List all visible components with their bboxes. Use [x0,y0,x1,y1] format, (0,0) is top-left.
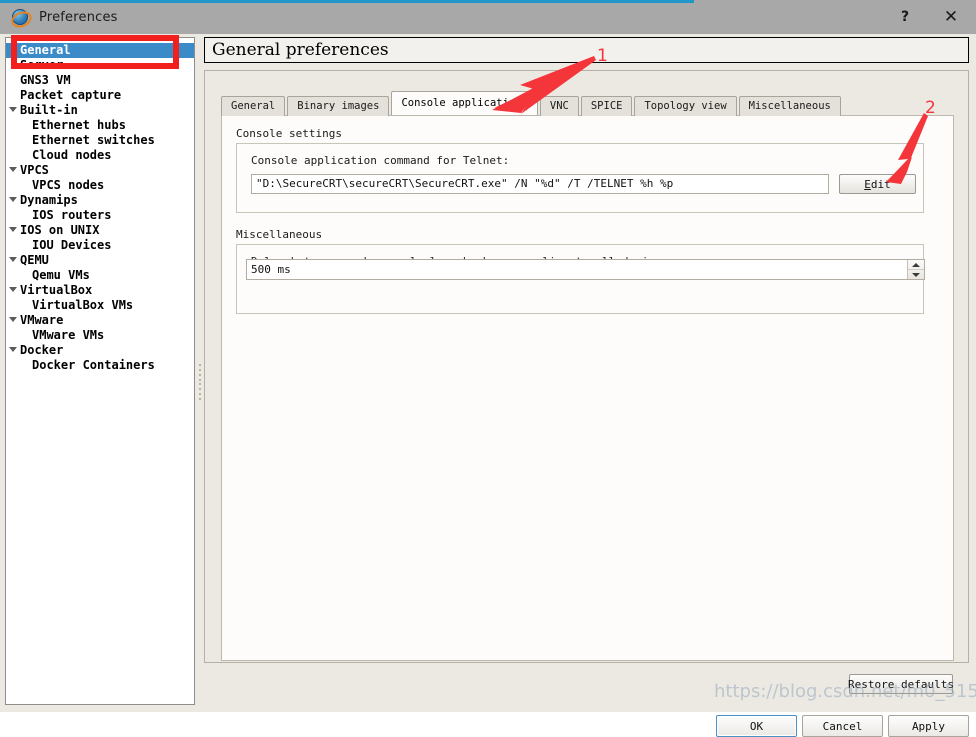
sidebar-item-packet-capture[interactable]: Packet capture [6,88,194,103]
sidebar-item-label: IOS routers [32,208,112,222]
telnet-command-input[interactable]: "D:\SecureCRT\secureCRT\SecureCRT.exe" /… [251,174,829,194]
tab-bar[interactable]: General Binary images Console applications… [221,91,843,116]
sidebar-item-ethernet-switches[interactable]: Ethernet switches [6,133,194,148]
sidebar-item-label: Dynamips [20,193,78,207]
edit-button[interactable]: Edit [839,174,916,194]
sidebar-item-ethernet-hubs[interactable]: Ethernet hubs [6,118,194,133]
sidebar-item-vmware[interactable]: VMware [6,313,194,328]
tab-miscellaneous[interactable]: Miscellaneous [738,96,841,116]
restore-defaults-button[interactable]: Restore defaults [848,674,954,694]
help-icon[interactable]: ? [890,4,920,30]
titlebar-accent-line [0,0,694,3]
tab-spice[interactable]: SPICE [580,96,633,116]
tab-panel-console-applications: Console settings Console application com… [221,115,954,661]
sidebar-item-qemu[interactable]: QEMU [6,253,194,268]
cancel-button[interactable]: Cancel [802,715,883,737]
gns3-globe-icon [8,8,35,31]
sidebar-item-gns3-vm[interactable]: GNS3 VM [6,73,194,88]
tab-topology-view[interactable]: Topology view [634,96,737,116]
tab-general[interactable]: General [221,96,286,116]
window-title: Preferences [39,9,118,25]
sidebar-item-ios-routers[interactable]: IOS routers [6,208,194,223]
chevron-down-icon[interactable] [9,257,17,262]
sidebar-item-label: VMware VMs [32,328,105,342]
sidebar-item-docker[interactable]: Docker [6,343,194,358]
sidebar-item-label: VPCS nodes [32,178,105,192]
sidebar-item-virtualbox[interactable]: VirtualBox [6,283,194,298]
console-delay-value[interactable]: 500 ms [247,260,907,279]
sidebar-item-vpcs[interactable]: VPCS [6,163,194,178]
sidebar-item-label: Packet capture [20,88,122,102]
edit-button-mnemonic: E [864,177,871,191]
sidebar-item-label: IOS on UNIX [20,223,100,237]
sidebar-item-label: QEMU [20,253,49,267]
preferences-content: General preferences General Binary images… [204,37,971,705]
chevron-down-icon[interactable] [9,227,17,232]
sidebar-item-built-in[interactable]: Built-in [6,103,194,118]
edit-button-rest: dit [870,177,891,191]
stepper-buttons[interactable] [907,260,924,279]
chevron-down-icon[interactable] [9,287,17,292]
dialog-body: General Server GNS3 VM Packet capture Built-… [0,34,976,737]
sidebar-item-label: Cloud nodes [32,148,112,162]
page-title: General preferences [204,37,969,63]
annotation-number-2: 2 [925,98,936,118]
chevron-down-icon[interactable] [9,167,17,172]
sidebar-item-label: Qemu VMs [32,268,90,282]
annotation-highlight-general [11,35,179,69]
preferences-tree[interactable]: General Server GNS3 VM Packet capture Built-… [5,37,195,705]
annotation-number-1: 1 [597,46,608,66]
sidebar-item-docker-containers[interactable]: Docker Containers [6,358,194,373]
telnet-command-label: Console application command for Telnet: [251,154,510,167]
stepper-up-icon[interactable] [908,260,924,270]
stepper-down-icon[interactable] [908,270,924,279]
console-delay-stepper[interactable]: 500 ms [246,259,925,280]
miscellaneous-group-label: Miscellaneous [236,228,323,241]
sidebar-item-vmware-vms[interactable]: VMware VMs [6,328,194,343]
sidebar-item-label: Docker [20,343,64,357]
sidebar-item-label: VirtualBox VMs [32,298,134,312]
sidebar-item-ios-on-unix[interactable]: IOS on UNIX [6,223,194,238]
chevron-down-icon[interactable] [9,347,17,352]
sidebar-item-cloud-nodes[interactable]: Cloud nodes [6,148,194,163]
sidebar-item-label: IOU Devices [32,238,112,252]
chevron-down-icon[interactable] [9,107,17,112]
ok-button[interactable]: OK [716,715,797,737]
close-icon[interactable]: ✕ [936,4,966,30]
apply-button[interactable]: Apply [888,715,969,737]
sidebar-item-label: VirtualBox [20,283,93,297]
sidebar-item-label: VPCS [20,163,49,177]
sidebar-item-label: Docker Containers [32,358,155,372]
sidebar-item-label: VMware [20,313,64,327]
console-settings-group-label: Console settings [236,127,342,140]
sidebar-item-virtualbox-vms[interactable]: VirtualBox VMs [6,298,194,313]
sidebar-item-label: Ethernet switches [32,133,155,147]
sidebar-splitter-handle[interactable] [197,364,202,400]
sidebar-item-label: GNS3 VM [20,73,71,87]
window-titlebar: Preferences ? ✕ [0,0,976,34]
chevron-down-icon[interactable] [9,197,17,202]
sidebar-item-label: Built-in [20,103,78,117]
sidebar-item-vpcs-nodes[interactable]: VPCS nodes [6,178,194,193]
preferences-tree-list: General Server GNS3 VM Packet capture Built-… [6,43,194,373]
tab-binary-images[interactable]: Binary images [287,96,390,116]
sidebar-item-dynamips[interactable]: Dynamips [6,193,194,208]
sidebar-item-label: Ethernet hubs [32,118,126,132]
tab-vnc[interactable]: VNC [539,96,579,116]
tab-console-applications[interactable]: Console applications [391,91,538,115]
sidebar-item-qemu-vms[interactable]: Qemu VMs [6,268,194,283]
sidebar-item-iou-devices[interactable]: IOU Devices [6,238,194,253]
chevron-down-icon[interactable] [9,317,17,322]
